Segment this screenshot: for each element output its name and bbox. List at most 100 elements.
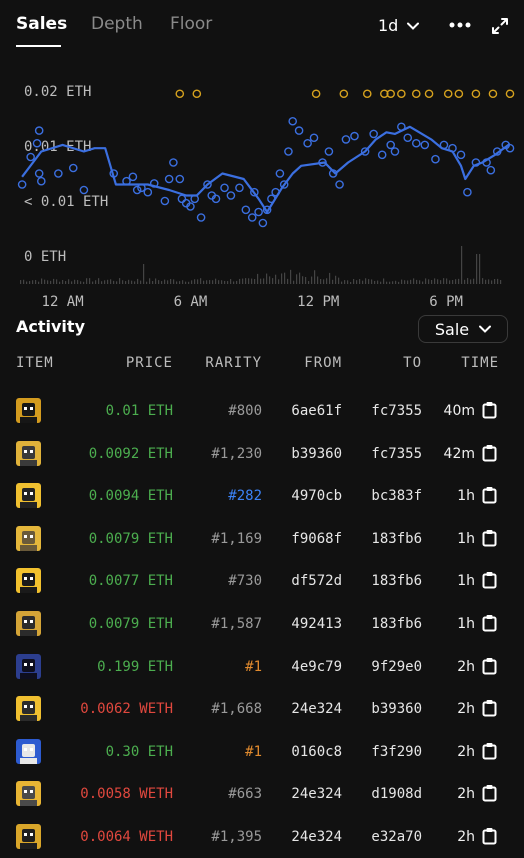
table-row[interactable]: 0.0079 ETH #1,587 492413 183fb6 1h [0,605,524,645]
to-address[interactable]: bc383f [371,488,422,504]
from-address[interactable]: 492413 [291,616,342,632]
nft-avatar[interactable] [16,398,41,423]
volume-bar [395,280,397,284]
column-price[interactable]: PRICE [126,355,173,371]
sale-point [275,169,285,178]
volume-bar [266,273,268,284]
to-address[interactable]: f3f290 [371,744,422,760]
volume-bar [92,281,94,284]
from-address[interactable]: 6ae61f [291,403,342,419]
to-address[interactable]: fc7355 [371,446,422,462]
nft-avatar[interactable] [16,653,41,679]
column-to[interactable]: TO [403,355,422,371]
clipboard-icon[interactable] [482,699,497,717]
nft-avatar[interactable] [16,611,41,636]
volume-bar [212,280,214,284]
table-row[interactable]: 0.30 ETH #1 0160c8 f3f290 2h [0,733,524,773]
table-row[interactable]: 0.0064 WETH #1,395 24e324 e32a70 2h [0,818,524,858]
rarity-value: #1,395 [211,829,262,845]
nft-avatar[interactable] [16,525,41,551]
column-from[interactable]: FROM [304,355,342,371]
volume-bar [68,279,70,284]
from-address[interactable]: f9068f [291,531,342,547]
clipboard-icon[interactable] [482,742,497,760]
column-rarity[interactable]: RARITY [205,355,262,371]
to-address[interactable]: 183fb6 [371,616,422,632]
clipboard-icon[interactable] [482,571,497,589]
table-row[interactable]: 0.0092 ETH #1,230 b39360 fc7355 42m [0,435,524,475]
volume-bar [371,279,373,284]
column-item[interactable]: ITEM [16,355,54,371]
from-address[interactable]: 0160c8 [291,744,342,760]
from-address[interactable]: 24e324 [291,786,342,802]
clipboard-icon[interactable] [482,401,497,419]
table-row[interactable]: 0.0062 WETH #1,668 24e324 b39360 2h [0,690,524,730]
volume-bar [293,280,295,284]
nft-avatar[interactable] [16,568,41,594]
nft-avatar[interactable] [16,483,41,509]
sale-point [294,126,304,135]
clipboard-icon[interactable] [482,827,497,845]
clipboard-icon[interactable] [482,657,497,675]
clipboard-icon[interactable] [482,444,497,462]
tab-depth[interactable]: Depth [91,14,143,34]
more-options-icon[interactable] [449,22,471,28]
to-address[interactable]: 183fb6 [371,531,422,547]
expand-icon[interactable] [491,17,509,35]
tab-sales[interactable]: Sales [16,14,67,34]
nft-avatar[interactable] [16,781,41,807]
clipboard-icon[interactable] [482,529,497,547]
volume-bar [419,280,421,284]
column-time[interactable]: TIME [461,355,499,371]
volume-bar [455,279,457,284]
from-address[interactable]: 4970cb [291,488,342,504]
sale-point [324,147,334,156]
volume-bar [458,278,460,284]
volume-bar [320,278,322,284]
sale-point [247,213,257,222]
sale-point [463,187,472,197]
period-dropdown[interactable]: 1d [378,16,420,35]
volume-bar [380,281,382,284]
volume-bar [464,279,466,284]
to-address[interactable]: 9f29e0 [371,659,422,675]
time-value: 2h [457,829,475,845]
to-address[interactable]: d1908d [371,786,422,802]
to-address[interactable]: b39360 [371,701,422,717]
volume-bar [251,278,253,284]
from-address[interactable]: b39360 [291,446,342,462]
table-row[interactable]: 0.199 ETH #1 4e9c79 9f29e0 2h [0,648,524,688]
sales-chart[interactable]: 0.02 ETH 0.01 ETH < 0.01 ETH 0 ETH 12 AM 6 A… [0,60,524,320]
nft-avatar-image [16,568,41,594]
nft-avatar[interactable] [16,696,41,722]
clipboard-icon[interactable] [482,784,497,802]
sale-point [397,122,406,132]
to-address[interactable]: fc7355 [371,403,422,419]
volume-bar [74,279,76,284]
to-address[interactable]: 183fb6 [371,573,422,589]
from-address[interactable]: df572d [291,573,342,589]
nft-avatar[interactable] [16,738,41,764]
table-row[interactable]: 0.0058 WETH #663 24e324 d1908d 2h [0,775,524,815]
clipboard-icon[interactable] [482,486,497,504]
to-address[interactable]: e32a70 [371,829,422,845]
volume-bar [248,278,250,284]
price-value: 0.0094 ETH [88,488,173,505]
nft-avatar[interactable] [16,824,41,849]
clipboard-icon[interactable] [482,614,497,632]
table-row[interactable]: 0.0079 ETH #1,169 f9068f 183fb6 1h [0,520,524,560]
volume-bar [146,281,148,284]
tab-floor[interactable]: Floor [170,14,212,34]
sale-point [54,169,63,178]
table-row[interactable]: 0.0077 ETH #730 df572d 183fb6 1h [0,562,524,602]
table-row[interactable]: 0.01 ETH #800 6ae61f fc7355 40m [0,392,524,432]
nft-avatar[interactable] [16,440,41,466]
sale-filter-dropdown[interactable]: Sale [418,315,508,343]
volume-bar [281,273,283,284]
table-row[interactable]: 0.0094 ETH #282 4970cb bc383f 1h [0,477,524,517]
from-address[interactable]: 4e9c79 [291,659,342,675]
volume-bar [83,281,85,284]
sale-point [79,185,89,195]
from-address[interactable]: 24e324 [291,701,342,717]
from-address[interactable]: 24e324 [291,829,342,845]
